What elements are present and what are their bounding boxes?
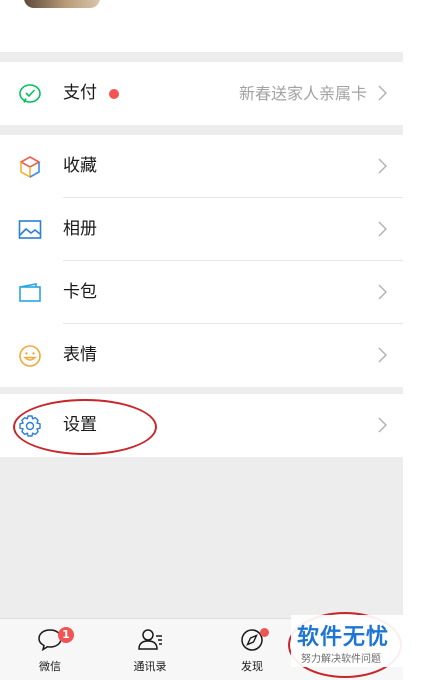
qr-code-icon — [338, 0, 378, 4]
tab-label-contacts: 通讯录 — [133, 660, 167, 673]
discover-red-dot — [260, 628, 269, 637]
chevron-right-icon — [378, 347, 387, 363]
tab-contacts[interactable]: 通讯录 — [110, 619, 190, 680]
tab-discover[interactable]: 发现 — [212, 619, 292, 680]
menu-item-stickers[interactable]: 表情 — [0, 324, 403, 387]
menu-item-album[interactable]: 相册 — [0, 198, 403, 261]
payment-group: 支付 新春送家人亲属卡 — [0, 62, 403, 125]
chevron-right-icon — [378, 221, 387, 237]
card-wallet-icon — [17, 281, 43, 305]
menu-label-settings: 设置 — [63, 415, 97, 435]
avatar — [24, 0, 100, 8]
menu-label-album: 相册 — [63, 219, 97, 239]
smiley-icon — [17, 344, 43, 368]
chevron-right-icon — [378, 417, 387, 433]
watermark-logo: 软件无忧 努力解决软件问题 — [291, 615, 403, 667]
tab-label-chats: 微信 — [39, 660, 61, 673]
profile-header[interactable] — [0, 0, 403, 52]
tab-label-discover: 发现 — [241, 660, 263, 673]
menu-label-stickers: 表情 — [63, 345, 97, 365]
unread-badge: 1 — [58, 627, 74, 643]
album-icon — [17, 218, 43, 242]
menu-label-cards: 卡包 — [63, 282, 97, 302]
contacts-person-icon — [138, 629, 162, 650]
settings-group: 设置 — [0, 394, 403, 457]
payment-promo-text: 新春送家人亲属卡 — [238, 84, 367, 103]
watermark-title: 软件无忧 — [297, 625, 390, 650]
chevron-right-icon — [378, 158, 387, 174]
favorites-cube-icon — [17, 155, 43, 179]
menu-label-payment: 支付 — [63, 83, 97, 103]
watermark-subtitle: 努力解决软件问题 — [301, 654, 381, 665]
notification-dot — [109, 89, 119, 99]
main-menu-group: 收藏 相册 卡包 表情 — [0, 135, 403, 387]
tab-chats[interactable]: 1 微信 — [10, 619, 90, 680]
menu-item-settings[interactable]: 设置 — [0, 394, 403, 457]
profile-id-text-cropped — [118, 0, 158, 4]
screen-margin — [403, 0, 421, 679]
menu-item-cards[interactable]: 卡包 — [0, 261, 403, 324]
menu-item-favorites[interactable]: 收藏 — [0, 135, 403, 198]
menu-item-payment[interactable]: 支付 新春送家人亲属卡 — [0, 62, 403, 125]
menu-label-favorites: 收藏 — [63, 156, 97, 176]
chevron-right-icon — [378, 284, 387, 300]
chevron-right-icon — [378, 85, 387, 101]
settings-gear-icon — [17, 414, 43, 438]
payment-icon — [17, 82, 43, 106]
